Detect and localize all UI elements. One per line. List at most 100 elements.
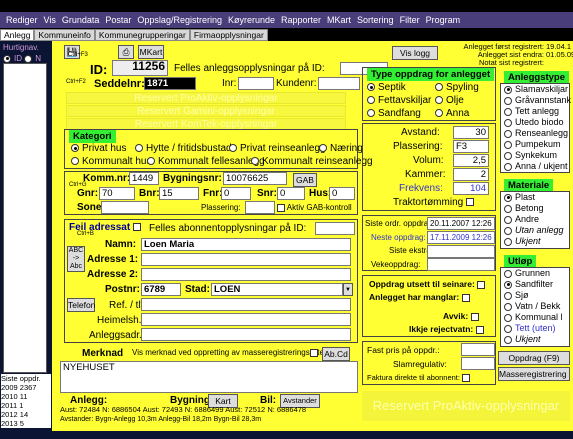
radio-kommunalt-felles[interactable] <box>147 157 155 166</box>
materiale-item[interactable]: Plast <box>501 192 569 203</box>
oppdrag-anna[interactable]: Anna <box>435 108 469 119</box>
kundenr-field[interactable] <box>318 77 360 90</box>
vis-logg-button[interactable]: Vis logg <box>392 46 438 60</box>
inr-field[interactable] <box>238 77 274 90</box>
stad-field[interactable]: LOEN <box>211 283 343 296</box>
abcd-button[interactable]: Ab.Cd <box>322 347 350 361</box>
oppdrag-button[interactable]: Oppdrag (F9) <box>498 351 570 365</box>
neste-field[interactable]: 17.11.2009 12:26 <box>427 231 495 244</box>
menu-postar[interactable]: Postar <box>105 15 131 25</box>
heimelsh-field[interactable] <box>141 313 351 326</box>
kommnr-field[interactable]: 1449 <box>129 172 159 185</box>
utsett-check[interactable]: Oppdrag utsett til seinare: <box>369 279 486 289</box>
radio-privat-hus[interactable] <box>71 144 79 153</box>
radio-kommunalt-reinse[interactable] <box>251 157 259 166</box>
opt-id-radio[interactable] <box>3 54 11 63</box>
faktura-check[interactable]: Faktura direkte til abonnent: <box>367 373 471 383</box>
utlop-item[interactable]: Sjø <box>501 290 569 301</box>
menu-program[interactable]: Program <box>426 15 461 25</box>
namn-field[interactable]: Loen Maria <box>141 238 351 251</box>
plassering-field[interactable] <box>245 201 275 214</box>
utlop-item[interactable]: Sandfilter <box>501 279 569 290</box>
materiale-item[interactable]: Andre <box>501 214 569 225</box>
menu-koyrerunde[interactable]: Køyrerunde <box>228 15 275 25</box>
oppdrag-spyling[interactable]: Spyling <box>435 82 479 93</box>
oppdrag-septik[interactable]: Septik <box>367 82 406 93</box>
adresse1-field[interactable] <box>141 253 351 266</box>
kategori-privat-hus[interactable]: Privat hus <box>71 143 126 154</box>
volum-field[interactable]: 2,5 <box>453 154 489 167</box>
kategori-kommunalt-felles[interactable]: Kommunalt fellesanlegg <box>147 156 265 167</box>
menu-rediger[interactable]: Rediger <box>6 15 38 25</box>
utlop-item[interactable]: Tett (uten) <box>501 323 569 334</box>
menu-filter[interactable]: Filter <box>400 15 420 25</box>
hurtignav-list[interactable] <box>3 63 47 373</box>
menu-oppslag[interactable]: Oppslag/Registrering <box>137 15 222 25</box>
kammer-field[interactable]: 2 <box>453 168 489 181</box>
utlop-item[interactable]: Grunnen <box>501 268 569 279</box>
plassering2-field[interactable]: F3 <box>453 140 489 153</box>
masseregistrering-button[interactable]: Masseregistrering (F10) <box>498 367 570 381</box>
oppdrag-fett[interactable]: Fettavskiljar <box>367 95 431 106</box>
avstand-field[interactable]: 30 <box>453 126 489 139</box>
fnr-field[interactable]: 0 <box>221 187 251 200</box>
vis-merknad-checkbox[interactable] <box>310 349 318 357</box>
kategori-kommunalt-hus[interactable]: Kommunalt hus <box>71 156 151 167</box>
anleggstype-item[interactable]: Anna / ukjent <box>501 161 569 172</box>
menu-grundata[interactable]: Grundata <box>62 15 100 25</box>
radio-naering[interactable] <box>319 144 327 153</box>
sone-field[interactable] <box>101 201 149 214</box>
vekeoppdrag-field[interactable] <box>427 258 495 271</box>
tab-anlegg[interactable]: Anlegg <box>0 29 35 41</box>
anleggstype-item[interactable]: Gråvannstank <box>501 95 571 106</box>
tab-firmaopplysningar[interactable]: Firmaopplysningar <box>189 29 268 41</box>
anleggstype-item[interactable]: Renseanlegg <box>501 128 569 139</box>
frekvens-field[interactable]: 104 <box>453 182 489 195</box>
postnr-field[interactable]: 6789 <box>141 283 181 296</box>
merknad-textarea[interactable]: NYEHUSET <box>60 361 358 393</box>
snr-field[interactable]: 0 <box>277 187 305 200</box>
id-field[interactable]: 11256 <box>112 60 168 76</box>
traktor-checkbox[interactable] <box>465 198 474 207</box>
kategori-naering[interactable]: Næring <box>319 143 363 154</box>
materiale-item[interactable]: Utan anlegg <box>501 225 569 236</box>
menu-rapporter[interactable]: Rapporter <box>281 15 321 25</box>
avvik-check[interactable]: Avvik: <box>443 311 479 321</box>
adresse2-field[interactable] <box>141 268 351 281</box>
hus-field[interactable]: 0 <box>329 187 355 200</box>
menu-sortering[interactable]: Sortering <box>357 15 394 25</box>
abc-case-button[interactable]: ABC -> Abc <box>67 246 85 272</box>
gnr-field[interactable]: 70 <box>99 187 135 200</box>
anleggstype-item[interactable]: Tett anlegg <box>501 106 569 117</box>
tab-kommunegrupperingar[interactable]: Kommunegrupperingar <box>94 29 190 41</box>
anleggstype-item[interactable]: Synkekum <box>501 150 569 161</box>
ref-field[interactable] <box>141 298 351 311</box>
slamregulativ-field[interactable] <box>461 357 495 370</box>
materiale-item[interactable]: Ukjent <box>501 236 569 247</box>
stad-dropdown-icon[interactable]: ▼ <box>343 283 353 296</box>
kategori-hytte[interactable]: Hytte / fritidsbustad <box>135 143 232 154</box>
reject-check[interactable]: Ikkje rejectvatn: <box>409 324 484 334</box>
opt-n-radio[interactable] <box>24 54 33 63</box>
traktor-check[interactable]: Traktortømming <box>393 197 474 208</box>
mkart-button[interactable]: MKart <box>138 45 164 59</box>
radio-kommunalt-hus[interactable] <box>71 157 79 166</box>
oppdrag-olje[interactable]: Olje <box>435 95 464 106</box>
manglar-check[interactable]: Anlegget har manglar: <box>369 292 470 302</box>
menu-mkart[interactable]: MKart <box>327 15 351 25</box>
bnr-field[interactable]: 15 <box>159 187 199 200</box>
radio-privat-reinse[interactable] <box>229 144 237 153</box>
bygningsnr-field[interactable]: 10076625 <box>223 172 287 185</box>
fast-pris-field[interactable] <box>461 343 495 356</box>
anleggstype-item[interactable]: Pumpekum <box>501 139 569 150</box>
materiale-item[interactable]: Betong <box>501 203 569 214</box>
aktiv-gab-checkbox[interactable] <box>277 203 285 212</box>
kategori-privat-reinse[interactable]: Privat reinseanlegg <box>229 143 326 154</box>
kategori-kommunalt-reinse[interactable]: Kommunalt reinseanlegg <box>251 156 373 167</box>
telefon-button[interactable]: Telefon <box>67 298 95 312</box>
siste-field[interactable]: 20.11.2007 12:26 <box>427 217 495 230</box>
felles-abonnent-field[interactable] <box>315 222 355 235</box>
utlop-item[interactable]: Ukjent <box>501 334 569 345</box>
anleggstype-item[interactable]: Slamavskiljar <box>501 84 569 95</box>
utlop-item[interactable]: Kommunal l <box>501 312 569 323</box>
